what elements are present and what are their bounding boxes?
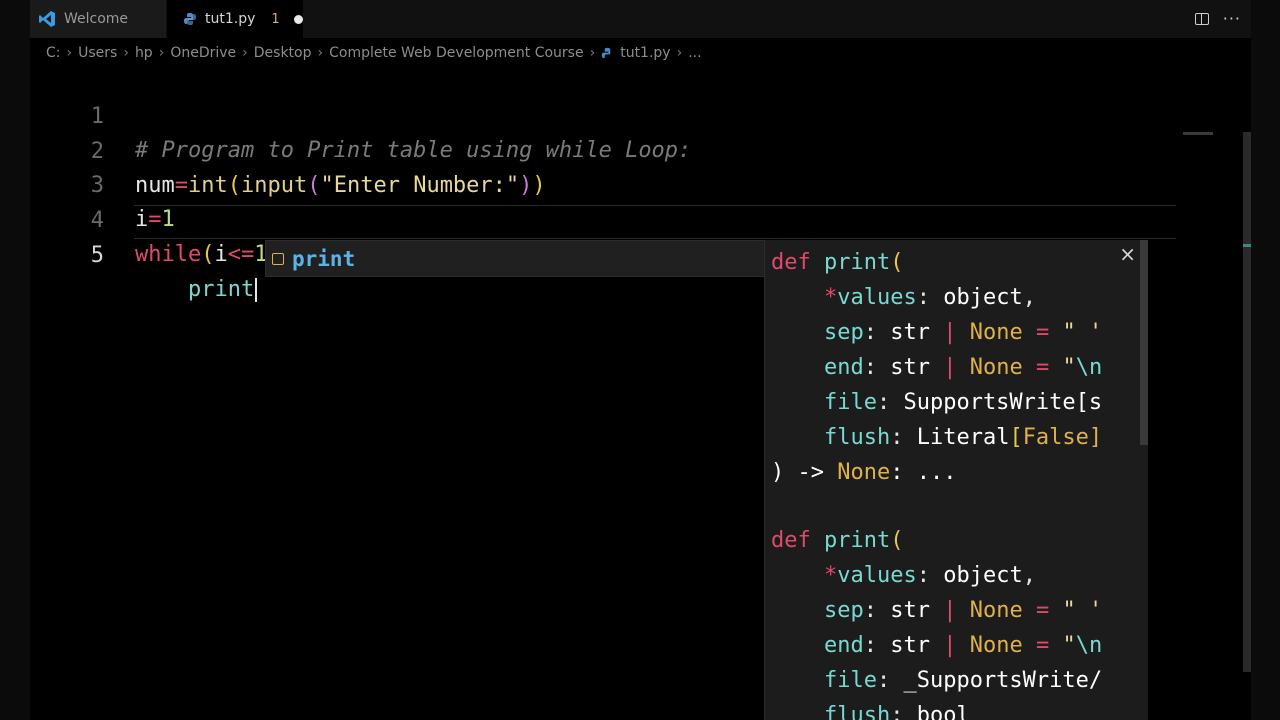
signature-line: ) -> None: ... xyxy=(771,460,957,485)
signature-line: *values: object, xyxy=(823,285,1036,310)
close-icon[interactable]: × xyxy=(1119,242,1136,266)
typed-text: print xyxy=(187,277,255,302)
vertical-scrollbar[interactable] xyxy=(1243,132,1251,672)
signature-line: sep: str | None = " ' xyxy=(823,598,1103,623)
line-number: 5 xyxy=(90,243,104,268)
suggestion-widget[interactable]: print xyxy=(265,240,765,277)
code-line[interactable]: 1 # Program to Print table using while L… xyxy=(30,66,1210,163)
code-line[interactable]: 5 print xyxy=(30,205,1210,302)
code-line[interactable]: 4 while(i<=10): xyxy=(30,170,1210,267)
more-actions-icon[interactable]: ··· xyxy=(1223,11,1241,27)
suggestion-details-panel: × def print( *values: object, sep: str |… xyxy=(764,240,1148,720)
operator: <= xyxy=(227,242,255,267)
vscode-icon xyxy=(38,10,56,28)
breadcrumb-item[interactable]: Users xyxy=(78,45,117,61)
editor-actions: ··· xyxy=(1194,0,1241,38)
chevron-right-icon: › xyxy=(317,45,324,61)
signature-line: def print( xyxy=(771,528,904,553)
split-editor-icon[interactable] xyxy=(1194,13,1209,25)
signature-line: end: str | None = "\n xyxy=(823,633,1103,658)
python-file-icon xyxy=(183,12,197,26)
chevron-right-icon: › xyxy=(589,45,596,61)
breadcrumb-item[interactable]: Desktop xyxy=(254,45,312,61)
tab-welcome-label: Welcome xyxy=(64,11,129,27)
code-line[interactable]: 2 num=int(input("Enter Number:")) xyxy=(30,101,1210,198)
signature-line: file: SupportsWrite[s xyxy=(823,390,1103,415)
breadcrumb: C: › Users › hp › OneDrive › Desktop › Comple… xyxy=(46,43,702,63)
left-margin xyxy=(0,0,30,720)
suggestion-item-label[interactable]: print xyxy=(292,247,355,271)
scrollbar-cursor-marker xyxy=(1243,244,1251,247)
tab-welcome[interactable]: Welcome xyxy=(30,0,166,38)
chevron-right-icon: › xyxy=(123,45,129,61)
minimap[interactable] xyxy=(1183,132,1213,135)
bracket: ( xyxy=(201,242,215,267)
tab-bar: Welcome tut1.py 1 ··· xyxy=(30,0,1251,38)
unsaved-dot-icon[interactable] xyxy=(293,14,303,24)
symbol-method-icon xyxy=(272,252,284,265)
breadcrumb-item[interactable]: ... xyxy=(688,45,701,61)
breadcrumb-item[interactable]: tut1.py xyxy=(620,45,670,61)
breadcrumb-item[interactable]: hp xyxy=(135,45,153,61)
right-margin xyxy=(1251,0,1280,720)
signature-line: end: str | None = "\n xyxy=(823,355,1103,380)
signature-line: *values: object, xyxy=(823,563,1036,588)
signature-line: file: _SupportsWrite/ xyxy=(823,668,1103,693)
chevron-right-icon: › xyxy=(676,45,683,61)
tab-tut1-label: tut1.py xyxy=(205,11,256,27)
problem-count-badge: 1 xyxy=(271,11,280,27)
variable: i xyxy=(214,242,228,267)
python-file-icon xyxy=(601,47,614,60)
code-line[interactable]: 3 i=1 xyxy=(30,135,1210,232)
chevron-right-icon: › xyxy=(242,45,248,61)
tab-tut1[interactable]: tut1.py 1 xyxy=(167,0,303,38)
breadcrumb-item[interactable]: C: xyxy=(46,45,61,61)
breadcrumb-item[interactable]: OneDrive xyxy=(170,45,236,61)
text-cursor xyxy=(255,278,258,302)
signature-line: def print( xyxy=(771,250,904,275)
signature-line: flush: bool xyxy=(823,703,970,720)
details-scrollbar[interactable] xyxy=(1140,240,1148,445)
signature-line: sep: str | None = " ' xyxy=(823,320,1103,345)
chevron-right-icon: › xyxy=(158,45,165,61)
chevron-right-icon: › xyxy=(66,45,73,61)
keyword: while xyxy=(135,242,202,267)
editor-window: Welcome tut1.py 1 ··· C: › Users › hp › One… xyxy=(30,0,1251,720)
breadcrumb-item[interactable]: Complete Web Development Course xyxy=(329,45,583,61)
signature-line: flush: Literal[False] xyxy=(823,425,1103,450)
